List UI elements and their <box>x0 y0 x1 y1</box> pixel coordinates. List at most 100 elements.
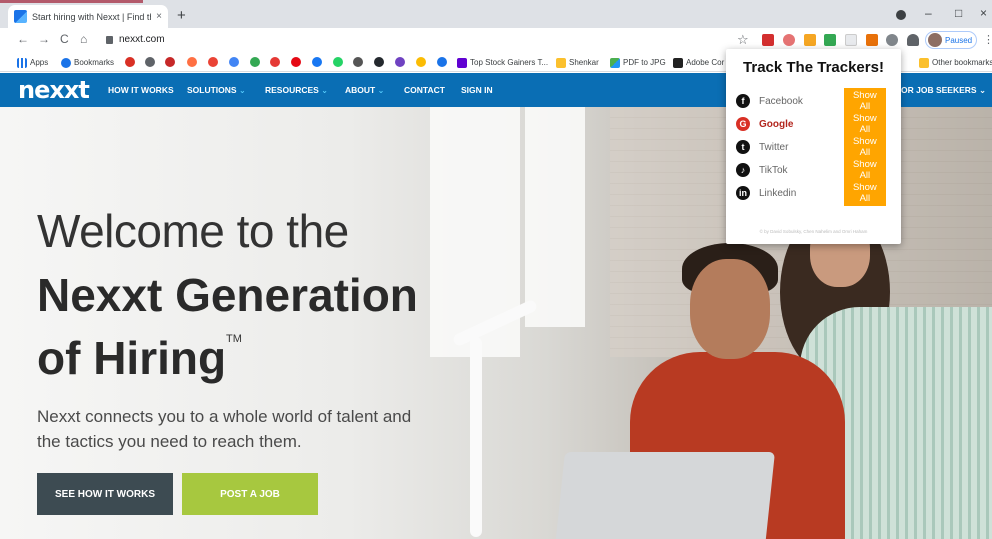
folder-icon <box>919 57 929 68</box>
minimize-button[interactable]: – <box>925 6 932 20</box>
tracker-extension-icon[interactable] <box>866 34 878 46</box>
bookmark-icon[interactable] <box>437 57 447 67</box>
extension-icon[interactable] <box>845 34 857 46</box>
nexxt-logo[interactable]: nexxt <box>18 76 90 104</box>
back-button[interactable]: ← <box>17 32 29 46</box>
extensions-puzzle-icon[interactable] <box>907 34 919 46</box>
linkedin-icon: in <box>736 186 750 200</box>
nav-solutions[interactable]: SOLUTIONS ⌄ <box>187 85 246 95</box>
folder-icon <box>556 57 566 68</box>
bookmark-adobe[interactable]: Adobe Cor <box>673 56 724 69</box>
nav-label: OR JOB SEEKERS <box>901 85 977 95</box>
github-icon[interactable] <box>374 57 384 67</box>
extension-icon[interactable] <box>886 34 898 46</box>
photo-laptop <box>555 452 775 539</box>
bookmark-other[interactable]: Other bookmarks <box>919 56 992 69</box>
reload-button[interactable]: C <box>60 32 69 46</box>
popup-title: Track The Trackers! <box>743 59 884 76</box>
bookmark-label: Adobe Cor <box>686 58 725 67</box>
bookmark-icon[interactable] <box>395 57 405 67</box>
tiktok-icon: ♪ <box>736 163 750 177</box>
close-window-button[interactable]: × <box>980 6 987 20</box>
bookmark-apps[interactable]: Apps <box>17 56 48 69</box>
bookmark-top-stock[interactable]: Top Stock Gainers T... <box>457 56 548 69</box>
track-the-trackers-popup: Track The Trackers! f Facebook Show All G Go… <box>726 49 901 244</box>
google-drive-icon[interactable] <box>824 34 836 46</box>
netflix-icon[interactable] <box>291 57 301 67</box>
lock-icon[interactable] <box>106 36 113 44</box>
pdf-extension-icon[interactable] <box>762 34 774 46</box>
nav-label: ABOUT <box>345 85 376 95</box>
google-icon: G <box>736 117 750 131</box>
youtube-icon[interactable] <box>270 57 280 67</box>
bookmark-icon[interactable] <box>187 57 197 67</box>
bookmark-icon[interactable] <box>165 57 175 67</box>
bookmark-label: Apps <box>30 58 49 67</box>
bookmark-label: Shenkar <box>569 58 599 67</box>
tracker-row: f Facebook Show All <box>736 88 896 114</box>
bookmark-pdf-to-jpg[interactable]: PDF to JPG <box>610 56 666 69</box>
profile-button[interactable]: Paused <box>925 31 977 49</box>
post-a-job-button[interactable]: POST A JOB <box>182 473 318 515</box>
nav-label: SOLUTIONS <box>187 85 237 95</box>
hero-title-line1: Welcome to the <box>37 205 349 257</box>
tab-bar: Start hiring with Nexxt | Find the × + –… <box>0 0 992 28</box>
bookmark-icon[interactable] <box>145 57 155 67</box>
extension-icon[interactable] <box>804 34 816 46</box>
nav-how-it-works[interactable]: HOW IT WORKS <box>108 85 174 95</box>
apple-icon[interactable] <box>353 57 363 67</box>
bookmark-label: Other bookmarks <box>932 58 992 67</box>
maximize-button[interactable]: □ <box>955 6 962 20</box>
nav-contact[interactable]: CONTACT <box>404 85 445 95</box>
nav-job-seekers[interactable]: OR JOB SEEKERS ⌄ <box>901 85 986 96</box>
maps-icon[interactable] <box>250 57 260 67</box>
address-bar[interactable]: nexxt.com <box>119 34 165 45</box>
background-window <box>525 107 585 327</box>
nav-label: RESOURCES <box>265 85 319 95</box>
trademark-symbol: TM <box>226 333 242 345</box>
chevron-down-icon: ⌄ <box>238 86 246 95</box>
chevron-down-icon: ⌄ <box>377 86 385 95</box>
bookmark-label: Top Stock Gainers T... <box>470 58 549 67</box>
home-button[interactable]: ⌂ <box>80 32 87 46</box>
nexxt-favicon-icon <box>14 10 27 23</box>
tab-title: Start hiring with Nexxt | Find the <box>32 11 152 22</box>
tracker-name: TikTok <box>759 164 788 176</box>
chrome-menu-icon[interactable]: ⋮ <box>983 33 992 46</box>
nav-sign-in[interactable]: SIGN IN <box>461 85 493 95</box>
star-icon <box>61 57 71 68</box>
tracker-row: t Twitter Show All <box>736 134 896 160</box>
avatar <box>928 33 942 47</box>
bookmark-bookmarks[interactable]: Bookmarks <box>61 56 114 69</box>
extension-icon[interactable] <box>783 34 795 46</box>
nav-about[interactable]: ABOUT ⌄ <box>345 85 384 95</box>
hero-description: Nexxt connects you to a whole world of t… <box>37 407 412 451</box>
tab-accent-line <box>0 0 143 3</box>
bookmark-label: Bookmarks <box>74 58 115 67</box>
tracker-row: ♪ TikTok Show All <box>736 157 896 183</box>
bookmark-star-icon[interactable]: ☆ <box>737 32 749 48</box>
facebook-icon[interactable] <box>312 57 322 67</box>
account-indicator-icon[interactable] <box>896 10 906 20</box>
browser-tab[interactable]: Start hiring with Nexxt | Find the × <box>8 5 168 28</box>
lamp <box>470 337 482 537</box>
bookmark-label: PDF to JPG <box>623 58 666 67</box>
tab-close-icon[interactable]: × <box>156 11 162 22</box>
gmail-icon[interactable] <box>208 57 218 67</box>
yahoo-icon <box>457 57 467 68</box>
google-drive-icon[interactable] <box>416 57 426 67</box>
bookmark-shenkar[interactable]: Shenkar <box>556 56 599 69</box>
new-tab-button[interactable]: + <box>177 7 186 24</box>
whatsapp-icon[interactable] <box>333 57 343 67</box>
bookmark-icon[interactable] <box>125 57 135 67</box>
facebook-icon: f <box>736 94 750 108</box>
nav-resources[interactable]: RESOURCES ⌄ <box>265 85 328 95</box>
show-all-button[interactable]: Show All <box>843 180 886 206</box>
bookmark-icon[interactable] <box>229 57 239 67</box>
see-how-it-works-button[interactable]: SEE HOW IT WORKS <box>37 473 173 515</box>
tracker-name: Google <box>759 118 794 130</box>
chevron-down-icon: ⌄ <box>978 85 987 95</box>
popup-credit: © by David Sobulsky, Chen Nahelim and Om… <box>759 229 868 234</box>
chevron-down-icon: ⌄ <box>321 86 328 95</box>
forward-button[interactable]: → <box>38 32 50 46</box>
